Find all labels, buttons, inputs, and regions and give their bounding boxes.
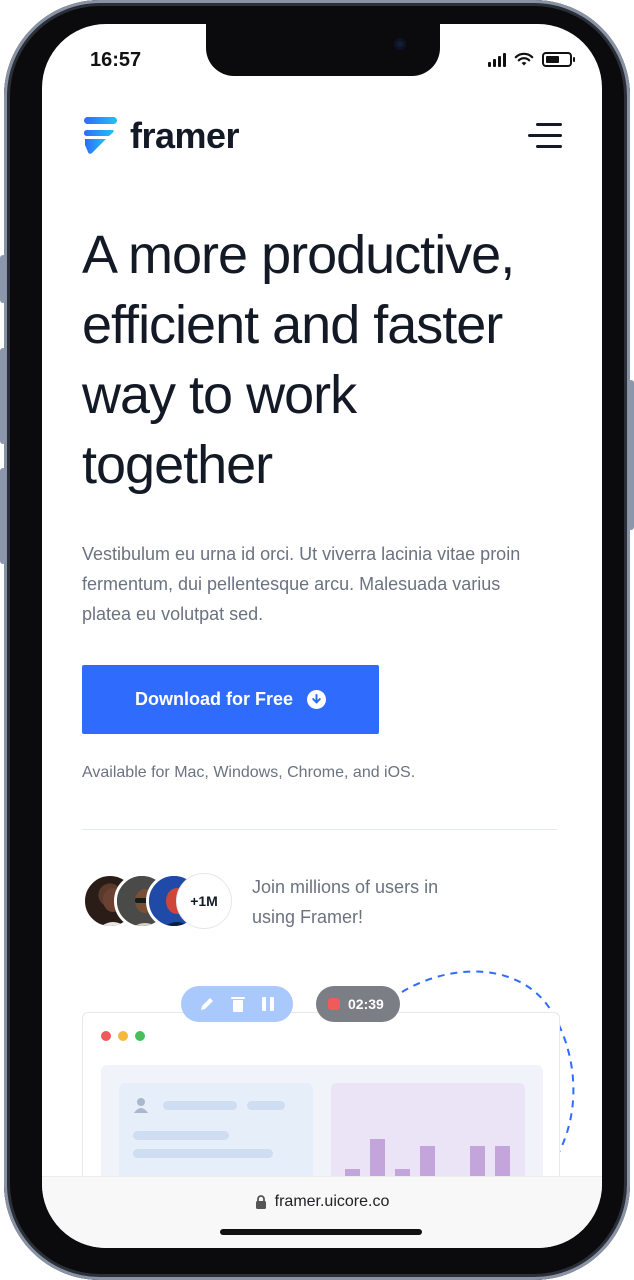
download-button[interactable]: Download for Free (82, 665, 379, 734)
logo-text: framer (130, 115, 240, 156)
framer-logo-icon (84, 117, 117, 154)
headline-line: way to work (82, 365, 357, 425)
front-camera-icon (394, 38, 406, 50)
headline-line: together (82, 435, 273, 495)
site-header: framer (82, 115, 562, 157)
url-text: framer.uicore.co (274, 1193, 390, 1210)
trash-icon[interactable] (230, 995, 246, 1013)
annotation-toolbar (181, 986, 293, 1022)
wifi-icon (514, 52, 534, 66)
volume-up-button (0, 348, 6, 444)
screen: 16:57 framer A more productive, efficien… (42, 24, 602, 1248)
power-button (628, 380, 634, 530)
logo[interactable]: framer (82, 115, 240, 157)
headline-line: A more productive, (82, 225, 515, 285)
hero-headline: A more productive, efficient and faster … (82, 220, 562, 500)
cellular-signal-icon (488, 52, 506, 67)
recording-time: 02:39 (348, 996, 384, 1012)
status-time: 16:57 (90, 49, 142, 71)
browser-address-bar[interactable]: framer.uicore.co (42, 1176, 602, 1248)
download-arrow-icon (307, 690, 326, 709)
recording-timer: 02:39 (316, 986, 400, 1022)
availability-text: Available for Mac, Windows, Chrome, and … (82, 764, 416, 781)
mute-switch (0, 255, 6, 303)
pause-icon[interactable] (260, 995, 276, 1013)
divider (82, 829, 557, 830)
hero-subtext: Vestibulum eu urna id orci. Ut viverra l… (82, 544, 521, 624)
battery-icon (542, 52, 575, 67)
user-icon (134, 1098, 148, 1113)
lock-icon (255, 1195, 266, 1209)
window-controls (101, 1031, 145, 1041)
menu-toggle-icon[interactable] (528, 123, 562, 149)
user-count-badge: +1M (176, 873, 232, 929)
maximize-dot-icon (135, 1031, 145, 1041)
record-stop-icon (328, 998, 340, 1010)
home-indicator[interactable] (220, 1229, 422, 1235)
phone-frame: 16:57 framer A more productive, efficien… (0, 0, 634, 1280)
join-text: Join millions of users in using Framer! (252, 877, 439, 927)
close-dot-icon (101, 1031, 111, 1041)
avatar-group: +1M (82, 873, 242, 929)
notch (206, 24, 440, 76)
headline-line: efficient and faster (82, 295, 503, 355)
minimize-dot-icon (118, 1031, 128, 1041)
volume-down-button (0, 468, 6, 564)
download-button-label: Download for Free (134, 689, 293, 709)
pencil-icon[interactable] (198, 995, 216, 1013)
